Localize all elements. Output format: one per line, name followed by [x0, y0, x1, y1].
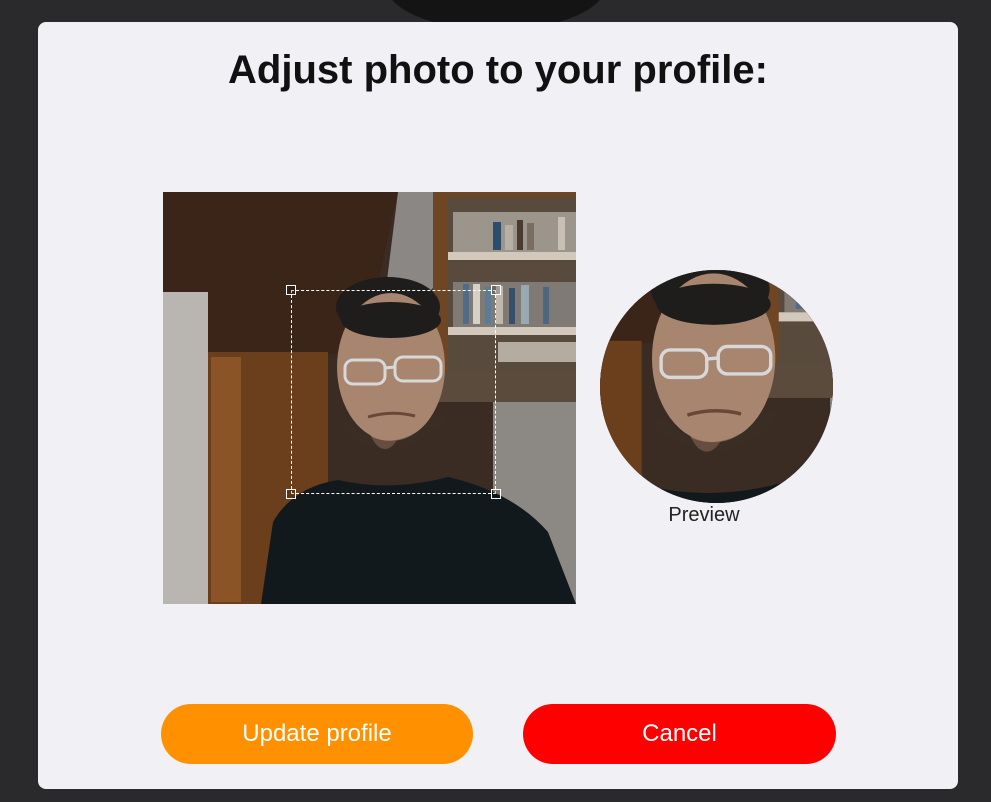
- preview-photo: [600, 270, 833, 503]
- dialog-title: Adjust photo to your profile:: [228, 48, 768, 92]
- adjust-photo-dialog: Adjust photo to your profile: Preview Up…: [38, 22, 958, 789]
- crop-handle-bottom-left[interactable]: [286, 489, 296, 499]
- crop-handle-top-right[interactable]: [491, 285, 501, 295]
- cancel-button[interactable]: Cancel: [523, 704, 836, 764]
- preview-label: Preview: [668, 504, 740, 526]
- photo-crop-area[interactable]: [163, 192, 576, 604]
- crop-handle-top-left[interactable]: [286, 285, 296, 295]
- update-profile-button[interactable]: Update profile: [161, 704, 473, 764]
- crop-handle-bottom-right[interactable]: [491, 489, 501, 499]
- crop-selection-box[interactable]: [286, 285, 501, 499]
- profile-photo-preview: [600, 270, 833, 503]
